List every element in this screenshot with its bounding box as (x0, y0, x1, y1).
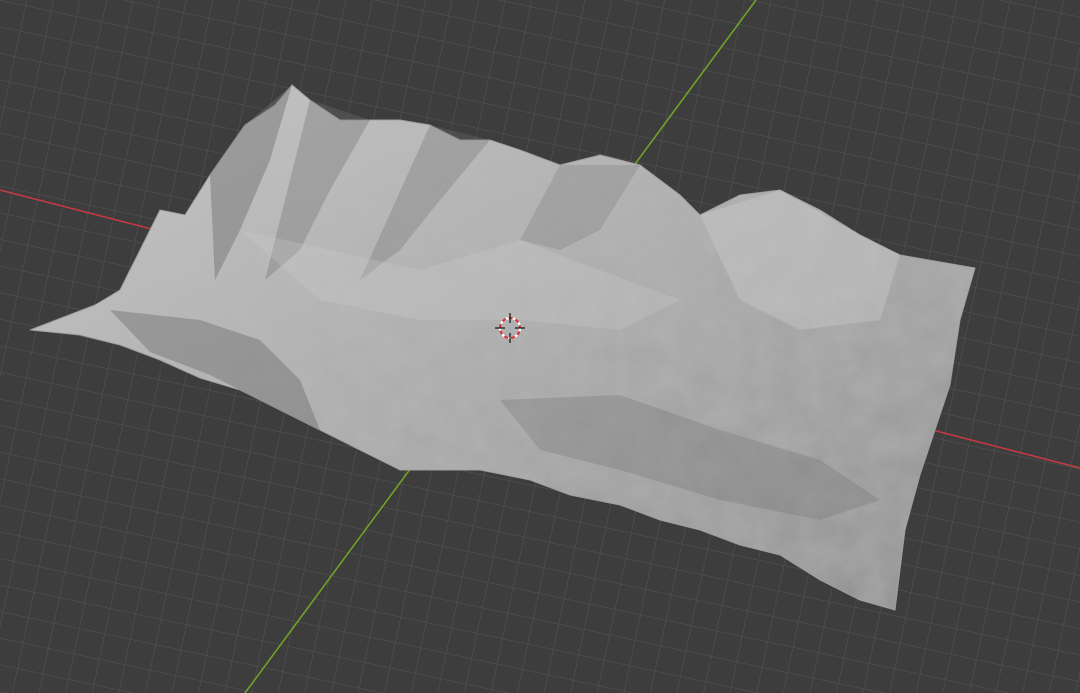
3d-viewport[interactable] (0, 0, 1080, 693)
viewport-canvas[interactable] (0, 0, 1080, 693)
